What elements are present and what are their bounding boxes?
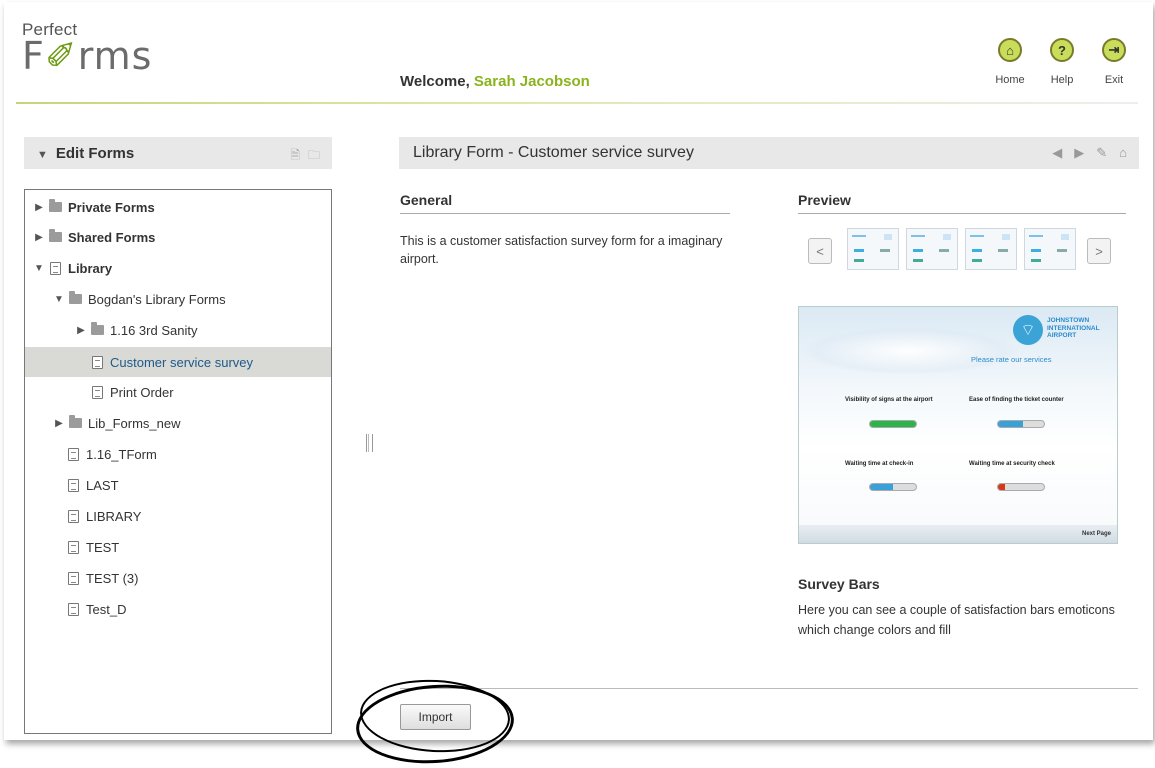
satisfaction-fill [998,484,1005,490]
general-title: General [400,192,453,208]
help-icon: ? [1050,38,1074,62]
tree-item-library[interactable]: ▼ Library [33,253,339,283]
tree-item-test-d[interactable]: Test_D [63,594,331,624]
rate-services-text: Please rate our services [971,355,1052,364]
collapse-arrow-icon: ▼ [54,293,64,305]
general-description: This is a customer satisfaction survey f… [400,234,723,266]
satisfaction-fill [870,421,916,427]
tree-item-print-order[interactable]: Print Order [87,377,331,407]
preview-divider [798,213,1126,214]
library-home-icon[interactable]: ⌂ [1119,145,1127,161]
main-header-icons: ◀ ▶ ✎ ⌂ [1052,145,1127,161]
preview-thumbnail[interactable] [847,228,899,270]
home-button[interactable]: ⌂ Home [991,38,1029,86]
previous-arrow-icon[interactable]: ◀ [1052,145,1062,161]
next-arrow-icon[interactable]: ▶ [1074,145,1084,161]
shared-forms-icon [48,229,62,244]
home-icon: ⌂ [998,38,1022,62]
satisfaction-bar [869,420,917,428]
edit-forms-header[interactable]: ▼ Edit Forms 🗎 🗀 [24,137,332,169]
exit-button[interactable]: ⇥ Exit [1095,38,1133,86]
library-icon [48,261,62,275]
tree-item-private-forms[interactable]: ▶ Private Forms [33,192,339,222]
folder-icon [90,322,104,337]
preview-thumbnail[interactable] [906,228,958,270]
general-divider [400,213,730,214]
carousel-next-button[interactable]: > [1087,238,1111,264]
tree-item-lib-forms-new[interactable]: ▶ Lib_Forms_new [53,408,331,438]
perfect-forms-logo: Perfect F✐rms [22,20,152,78]
header-divider [16,102,1138,104]
user-name: Sarah Jacobson [473,73,590,90]
expand-arrow-icon: ▶ [35,201,43,213]
collapse-triangle-icon: ▼ [37,148,48,161]
satisfaction-bar [997,420,1045,428]
form-icon [66,571,80,585]
collapse-arrow-icon: ▼ [34,262,44,274]
satisfaction-bar [869,483,917,491]
expand-arrow-icon: ▶ [55,417,63,429]
import-button[interactable]: Import [400,704,471,730]
folder-icon [68,291,82,306]
sidebar-header-icons: 🗎 🗀 [290,146,320,167]
library-form-header: Library Form - Customer service survey ◀… [399,137,1139,169]
footer-divider [400,688,1138,689]
next-page-label: Next Page [1081,531,1111,537]
expand-arrow-icon: ▶ [77,324,85,336]
folder-icon [68,415,82,430]
exit-label: Exit [1104,74,1124,86]
forms-tree: ▶ Private Forms ▶ Shared Forms ▼ Library ▼ B… [24,189,332,734]
form-icon [66,509,80,523]
survey-question: Waiting time at security check [969,461,1055,467]
panel-splitter-handle[interactable] [366,434,373,452]
survey-question: Waiting time at check-in [845,461,914,467]
survey-question: Visibility of signs at the airport [845,397,933,403]
exit-icon: ⇥ [1102,38,1126,62]
tree-item-tform[interactable]: 1.16_TForm [63,439,331,469]
tree-item-test-3[interactable]: TEST (3) [63,563,331,593]
expand-arrow-icon: ▶ [35,231,43,243]
top-nav: ⌂ Home ? Help ⇥ Exit [991,38,1133,86]
welcome-message: Welcome, Sarah Jacobson [400,73,590,90]
edit-pencil-icon[interactable]: ✎ [1096,145,1107,161]
preview-thumbnail[interactable] [965,228,1017,270]
new-folder-icon[interactable]: 🗀 [308,146,320,167]
carousel-prev-button[interactable]: < [808,238,832,264]
tree-item-test[interactable]: TEST [63,532,331,562]
new-form-icon[interactable]: 🗎 [290,146,300,167]
survey-question: Ease of finding the ticket counter [969,397,1064,403]
form-icon [90,385,104,399]
preview-footer [799,525,1117,543]
library-form-title: Library Form - Customer service survey [413,144,694,161]
tree-item-last[interactable]: LAST [63,470,331,500]
tree-item-library-form[interactable]: LIBRARY [63,501,331,531]
airport-logo-icon: ⌔ [1013,315,1043,345]
welcome-prefix: Welcome, [400,73,470,90]
satisfaction-bar [997,483,1045,491]
preview-title: Preview [798,192,851,208]
tree-item-bogdans-library-forms[interactable]: ▼ Bogdan's Library Forms [53,284,331,314]
edit-forms-title: ▼ Edit Forms [37,144,135,162]
tree-item-shared-forms[interactable]: ▶ Shared Forms [33,222,339,252]
logo-text-bottom: F✐rms [22,34,153,78]
private-forms-icon [48,199,62,214]
survey-bars-title: Survey Bars [798,576,880,592]
help-label: Help [1050,74,1074,86]
tree-item-customer-service-survey[interactable]: Customer service survey [25,347,331,377]
form-icon [66,540,80,554]
form-icon [66,447,80,461]
form-icon [90,355,104,369]
airport-name: JOHNSTOWN INTERNATIONAL AIRPORT [1047,317,1100,339]
tree-item-sanity[interactable]: ▶ 1.16 3rd Sanity [75,315,331,345]
satisfaction-fill [998,421,1024,427]
home-label: Home [995,74,1025,86]
airplane-image [799,327,1019,375]
preview-thumbnail[interactable] [1024,228,1076,270]
satisfaction-fill [870,484,893,490]
survey-bars-description: Here you can see a couple of satisfactio… [798,603,1115,637]
form-preview-image: ⌔ JOHNSTOWN INTERNATIONAL AIRPORT Please… [798,306,1118,544]
form-icon [66,478,80,492]
form-icon [66,602,80,616]
help-button[interactable]: ? Help [1043,38,1081,86]
